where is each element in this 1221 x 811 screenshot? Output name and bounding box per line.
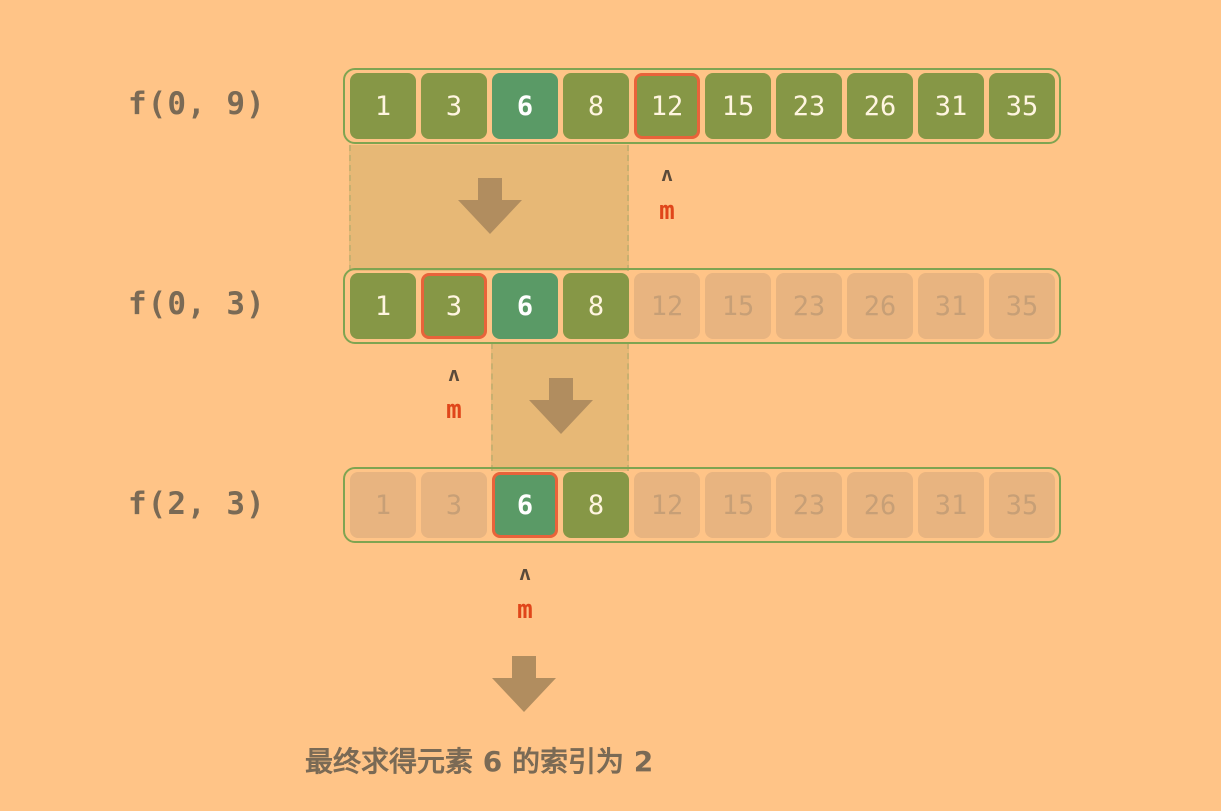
array-cell: 26 — [847, 472, 913, 538]
mid-pointer-caret-icon: ʌ — [518, 561, 532, 585]
array-cell: 6 — [492, 472, 558, 538]
array-cell: 35 — [989, 472, 1055, 538]
result-text: 最终求得元素 6 的索引为 2 — [305, 745, 654, 778]
array-cell: 6 — [492, 273, 558, 339]
array-cell: 15 — [705, 472, 771, 538]
array-cell: 35 — [989, 273, 1055, 339]
mid-pointer-caret-icon: ʌ — [447, 362, 461, 386]
array-cell: 1 — [350, 273, 416, 339]
array-cell: 31 — [918, 472, 984, 538]
array-cell: 3 — [421, 273, 487, 339]
array-cell: 12 — [634, 73, 700, 139]
array-cell: 3 — [421, 73, 487, 139]
down-arrow-icon — [529, 378, 593, 434]
array-cell: 8 — [563, 472, 629, 538]
step-label-1: f(0, 9) — [128, 86, 266, 122]
array-cell: 8 — [563, 273, 629, 339]
step-label-2: f(0, 3) — [128, 286, 266, 322]
array-cell: 23 — [776, 73, 842, 139]
array-cell: 8 — [563, 73, 629, 139]
array-cell: 31 — [918, 273, 984, 339]
array-cell: 26 — [847, 73, 913, 139]
mid-pointer-label: m — [517, 595, 533, 625]
array-cell: 23 — [776, 273, 842, 339]
step-label-3: f(2, 3) — [128, 486, 266, 522]
mid-pointer-label: m — [659, 196, 675, 226]
array-cell: 1 — [350, 472, 416, 538]
array-cell: 15 — [705, 73, 771, 139]
array-cell: 1 — [350, 73, 416, 139]
down-arrow-icon — [492, 656, 556, 712]
array-cell: 26 — [847, 273, 913, 339]
down-arrow-icon — [458, 178, 522, 234]
array-cell: 6 — [492, 73, 558, 139]
mid-pointer-label: m — [446, 395, 462, 425]
array-cell: 35 — [989, 73, 1055, 139]
array-cell: 12 — [634, 472, 700, 538]
array-cell: 3 — [421, 472, 487, 538]
array-cell: 31 — [918, 73, 984, 139]
array-cell: 12 — [634, 273, 700, 339]
array-cell: 23 — [776, 472, 842, 538]
array-cell: 15 — [705, 273, 771, 339]
mid-pointer-caret-icon: ʌ — [660, 162, 674, 186]
